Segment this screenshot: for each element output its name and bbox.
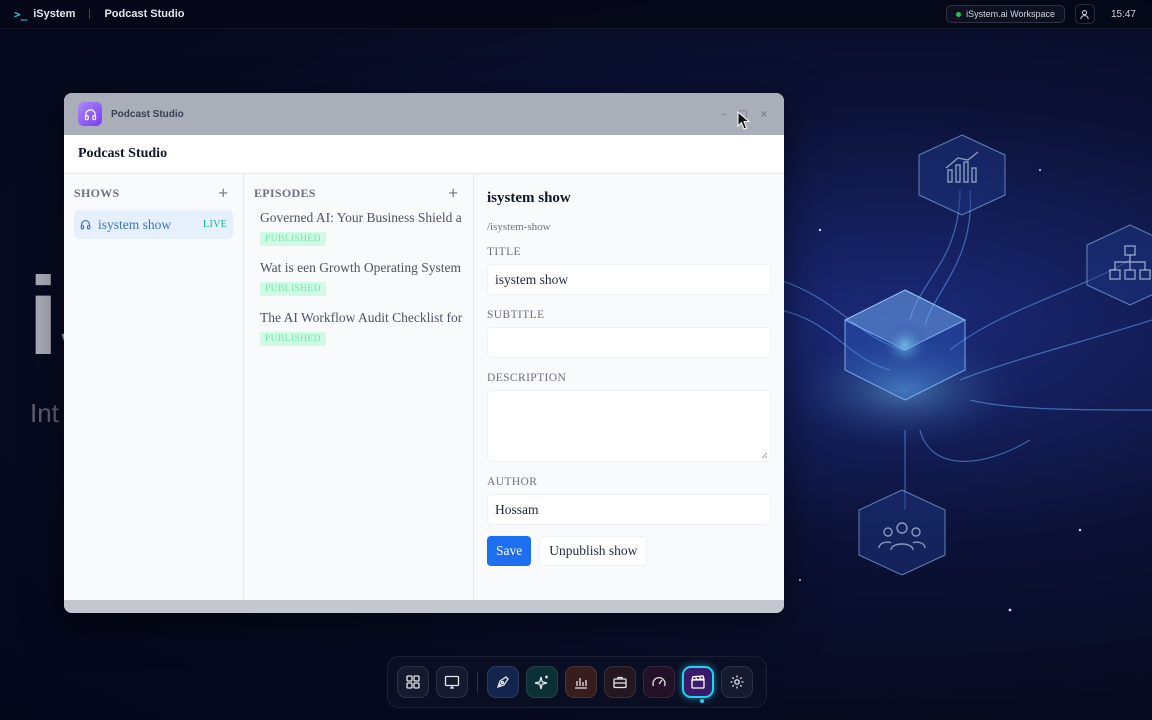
dock-performance-button[interactable] bbox=[643, 666, 675, 698]
user-button[interactable] bbox=[1074, 4, 1095, 24]
episode-list-item[interactable]: Governed AI: Your Business Shield a PUBL… bbox=[254, 210, 463, 246]
author-input[interactable]: Hossam bbox=[487, 494, 771, 525]
mouse-cursor-icon bbox=[737, 111, 751, 130]
briefcase-icon bbox=[613, 676, 627, 689]
dock-analytics-button[interactable] bbox=[565, 666, 597, 698]
brand-name: iSystem bbox=[33, 8, 76, 20]
shows-heading: SHOWS bbox=[74, 185, 120, 200]
dock-divider bbox=[477, 671, 478, 693]
add-episode-button[interactable]: + bbox=[448, 186, 463, 201]
chart-hex-icon bbox=[918, 134, 1006, 216]
show-detail-panel: isystem show /isystem-show TITLE isystem… bbox=[474, 174, 784, 600]
dock-podcast-studio-button[interactable] bbox=[682, 666, 714, 698]
minimize-button[interactable]: – bbox=[721, 109, 726, 120]
workspace-name: iSystem.ai Workspace bbox=[966, 9, 1055, 19]
headphones-icon bbox=[84, 108, 96, 120]
brand[interactable]: >_ iSystem bbox=[14, 8, 75, 21]
window-title: Podcast Studio bbox=[111, 108, 184, 120]
close-button[interactable]: × bbox=[760, 109, 768, 120]
active-app-name: Podcast Studio bbox=[104, 8, 185, 20]
bar-chart-icon bbox=[575, 678, 587, 689]
apps-grid-icon bbox=[406, 675, 420, 689]
episodes-panel: EPISODES + Governed AI: Your Business Sh… bbox=[244, 174, 474, 600]
window-bottom-bar bbox=[64, 600, 784, 613]
dock-settings-button[interactable] bbox=[721, 666, 753, 698]
network-illustration bbox=[780, 134, 1152, 612]
active-app-indicator bbox=[700, 699, 704, 703]
description-label: DESCRIPTION bbox=[487, 372, 567, 384]
add-show-button[interactable]: + bbox=[218, 186, 233, 201]
live-badge: LIVE bbox=[203, 219, 227, 230]
pen-tool-icon bbox=[496, 676, 509, 689]
sparkles-icon bbox=[534, 675, 548, 690]
dock-apps-button[interactable] bbox=[397, 666, 429, 698]
status-dot-icon bbox=[956, 11, 962, 17]
clapperboard-icon bbox=[691, 675, 705, 689]
title-input[interactable]: isystem show bbox=[487, 264, 771, 295]
user-icon bbox=[1080, 9, 1090, 19]
unpublish-show-button[interactable]: Unpublish show bbox=[539, 536, 648, 566]
divider bbox=[89, 9, 91, 19]
resize-grip-icon[interactable] bbox=[761, 452, 768, 459]
podcast-studio-window: Podcast Studio – □ × Podcast Studio SHOW… bbox=[64, 93, 784, 613]
org-chart-hex-icon bbox=[1086, 224, 1152, 306]
gauge-icon bbox=[652, 676, 666, 687]
dock-desktop-button[interactable] bbox=[436, 666, 468, 698]
page-title: Podcast Studio bbox=[64, 135, 784, 174]
top-bar: >_ iSystem Podcast Studio iSystem.ai Wor… bbox=[0, 0, 1152, 29]
published-badge: PUBLISHED bbox=[260, 282, 326, 296]
app-icon bbox=[78, 102, 102, 126]
published-badge: PUBLISHED bbox=[260, 332, 326, 346]
shows-panel: SHOWS + isystem show LIVE bbox=[64, 174, 244, 600]
monitor-icon bbox=[444, 675, 460, 689]
episodes-heading: EPISODES bbox=[254, 185, 316, 200]
author-label: AUTHOR bbox=[487, 476, 538, 488]
published-badge: PUBLISHED bbox=[260, 232, 326, 246]
workspace-badge[interactable]: iSystem.ai Workspace bbox=[946, 5, 1065, 23]
clock: 15:47 bbox=[1110, 8, 1136, 20]
title-label: TITLE bbox=[487, 246, 521, 258]
window-titlebar[interactable]: Podcast Studio – □ × bbox=[64, 93, 784, 135]
save-button[interactable]: Save bbox=[487, 536, 532, 566]
headphones-icon bbox=[80, 219, 91, 230]
show-detail-title: isystem show bbox=[487, 190, 571, 206]
show-name: isystem show bbox=[98, 216, 172, 232]
subtitle-label: SUBTITLE bbox=[487, 309, 545, 321]
episode-title: Governed AI: Your Business Shield a bbox=[260, 210, 462, 225]
subtitle-input[interactable] bbox=[487, 327, 771, 358]
description-textarea[interactable] bbox=[487, 390, 771, 462]
team-hex-icon bbox=[858, 489, 946, 576]
gear-icon bbox=[730, 675, 744, 689]
episode-title: Wat is een Growth Operating System bbox=[260, 260, 461, 275]
dock-briefcase-button[interactable] bbox=[604, 666, 636, 698]
dock-ai-button[interactable] bbox=[526, 666, 558, 698]
show-slug: /isystem-show bbox=[487, 221, 551, 233]
terminal-chevron-icon: >_ bbox=[14, 7, 28, 21]
episode-list-item[interactable]: Wat is een Growth Operating System PUBLI… bbox=[254, 260, 463, 296]
episode-list-item[interactable]: The AI Workflow Audit Checklist for PUBL… bbox=[254, 310, 463, 346]
dock bbox=[387, 656, 767, 708]
episode-title: The AI Workflow Audit Checklist for bbox=[260, 310, 463, 325]
dock-design-button[interactable] bbox=[487, 666, 519, 698]
background-hero-subtext: Int bbox=[30, 398, 59, 428]
show-list-item[interactable]: isystem show LIVE bbox=[74, 210, 233, 239]
